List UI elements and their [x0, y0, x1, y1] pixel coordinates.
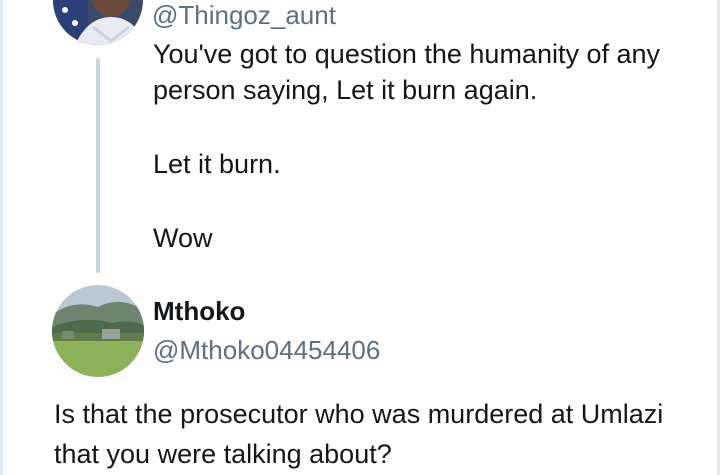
- tweet-paragraph: Wow: [153, 223, 213, 253]
- landscape-avatar-photo: [52, 285, 144, 377]
- quoted-tweet-text: You've got to question the humanity of a…: [153, 36, 693, 256]
- tweet-paragraph: Let it burn.: [153, 149, 281, 179]
- reply-author-name[interactable]: Mthoko: [153, 296, 245, 326]
- thread-connector-line: [96, 58, 100, 273]
- user-avatar-photo: [53, 0, 143, 45]
- reply-author-handle[interactable]: @Mthoko04454406: [153, 335, 380, 365]
- quoted-tweet-handle[interactable]: @Thingoz_aunt: [152, 0, 336, 30]
- tweet-paragraph: You've got to question the humanity of a…: [153, 39, 661, 105]
- reply-tweet-text: Is that the prosecutor who was murdered …: [54, 399, 664, 469]
- thingoz-avatar[interactable]: [53, 0, 143, 45]
- left-border: [0, 0, 3, 475]
- tweet-thread: @Thingoz_aunt You've got to question the…: [0, 0, 720, 475]
- mthoko-avatar[interactable]: [52, 285, 144, 377]
